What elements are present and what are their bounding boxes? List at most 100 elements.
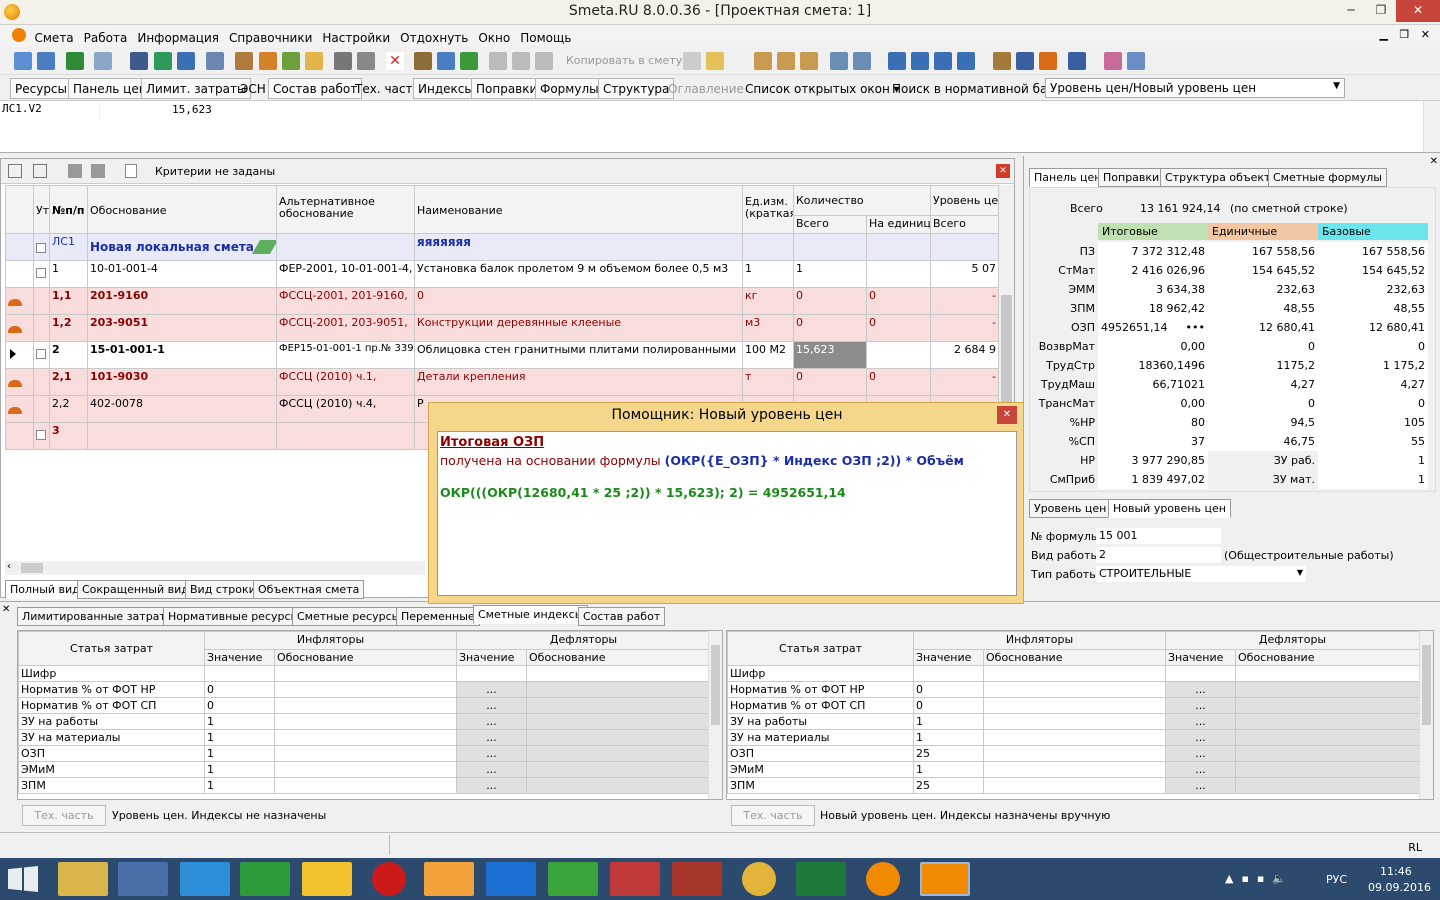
cell-alt[interactable]: ФЕР-2001, 10-01-001-4,: [276, 260, 415, 288]
idx-defl-obosn[interactable]: [1234, 745, 1421, 762]
idx-obosn[interactable]: [274, 729, 457, 746]
price-b[interactable]: 46,75: [1208, 432, 1318, 451]
tool-a-icon[interactable]: [235, 52, 253, 70]
cell-obosn[interactable]: 101-9030: [87, 368, 277, 396]
price-c[interactable]: 55: [1318, 432, 1428, 451]
cell-per[interactable]: [866, 260, 931, 288]
table-row[interactable]: Шифр: [18, 665, 712, 682]
idx-val[interactable]: 1: [204, 761, 275, 778]
idx-defl-val[interactable]: ...: [1165, 697, 1236, 714]
table-row[interactable]: ЗПМ 25...: [727, 777, 1421, 794]
menu-settings[interactable]: Настройки: [317, 28, 395, 45]
idx-defl-obosn[interactable]: [525, 729, 712, 746]
dialog-close-button[interactable]: ✕: [997, 406, 1017, 424]
table-row[interactable]: ЗУ на материалы 1...: [18, 729, 712, 746]
menu-spravochniki[interactable]: Справочники: [224, 28, 317, 45]
price-c[interactable]: 105: [1318, 413, 1428, 432]
table-row[interactable]: ЗУ на работы 1...: [18, 713, 712, 730]
cell-alt[interactable]: ФССЦ (2010) ч.4,: [276, 395, 415, 423]
h-scroll-thumb[interactable]: [21, 563, 43, 573]
price-b[interactable]: 154 645,52: [1208, 261, 1318, 280]
cell-per[interactable]: 0: [866, 287, 931, 315]
idx-defl-obosn[interactable]: [1234, 665, 1421, 682]
cell-unit[interactable]: м3: [742, 314, 794, 342]
idx-val[interactable]: 1: [204, 713, 275, 730]
idx-val[interactable]: 1: [913, 761, 984, 778]
undo-icon[interactable]: [177, 52, 195, 70]
price-level-select[interactable]: Уровень цен/Новый уровень цен ▼: [1045, 78, 1345, 98]
cell-lvl[interactable]: -: [930, 314, 999, 342]
idx-defl-val[interactable]: ...: [1165, 681, 1236, 698]
edit-pencil-icon[interactable]: [251, 240, 276, 254]
price-b[interactable]: 12 680,41: [1208, 318, 1318, 337]
idx-val[interactable]: 25: [913, 777, 984, 794]
table-row[interactable]: Норматив % от ФОТ НР 0...: [18, 681, 712, 698]
price-c[interactable]: 232,63: [1318, 280, 1428, 299]
tree-collapse-icon[interactable]: [33, 164, 47, 178]
cell-obosn[interactable]: [87, 422, 277, 450]
excel-taskbar-icon[interactable]: [796, 862, 846, 896]
recalc-icon[interactable]: [206, 52, 224, 70]
idx-obosn[interactable]: [983, 777, 1166, 794]
excel-icon[interactable]: [66, 52, 84, 70]
col-level[interactable]: Уровень цен: [930, 185, 999, 216]
work-kind-field[interactable]: 2: [1096, 547, 1221, 563]
subtab-price-level[interactable]: Уровень цен: [1029, 499, 1112, 518]
start-button[interactable]: [8, 866, 38, 892]
cell-npp[interactable]: 1: [49, 260, 88, 288]
col-quantity-all[interactable]: Всего: [793, 215, 867, 234]
price-a[interactable]: 0,00: [1098, 394, 1208, 413]
idx-defl-val[interactable]: ...: [456, 697, 527, 714]
refresh-icon[interactable]: [154, 52, 172, 70]
cell-npp[interactable]: 2,1: [49, 368, 88, 396]
price-a[interactable]: 2 416 026,96: [1098, 261, 1208, 280]
close-icon[interactable]: ✕: [996, 164, 1010, 178]
store-icon[interactable]: [240, 862, 290, 896]
cell-per[interactable]: 0: [866, 368, 931, 396]
cell-lvl[interactable]: -: [930, 287, 999, 315]
table-row[interactable]: ЗУ на работы 1...: [727, 713, 1421, 730]
idx-defl-val[interactable]: [456, 665, 527, 682]
cell-obosn[interactable]: 15-01-001-1: [87, 341, 277, 369]
price-a[interactable]: 4952651,14 •••: [1098, 318, 1208, 337]
tab-smeta-formulas[interactable]: Сметные формулы: [1268, 168, 1387, 187]
table-row[interactable]: ЗПМ 1...: [18, 777, 712, 794]
idx-val[interactable]: 0: [913, 697, 984, 714]
cell-npp[interactable]: 3: [49, 422, 88, 450]
cell-name[interactable]: Конструкции деревянные клееные: [414, 314, 743, 342]
tool-g-icon[interactable]: [460, 52, 478, 70]
idx-defl-obosn[interactable]: [525, 713, 712, 730]
cell-unit[interactable]: кг: [742, 287, 794, 315]
index-right-scrollbar[interactable]: [1419, 631, 1433, 799]
idx-defl-val[interactable]: ...: [456, 745, 527, 762]
view-tab-object[interactable]: Объектная смета: [253, 580, 365, 599]
tool-e-icon[interactable]: [414, 52, 432, 70]
cell-npp[interactable]: ЛС1: [49, 233, 88, 261]
tool-m-icon[interactable]: [830, 52, 848, 70]
checkbox[interactable]: [36, 268, 46, 278]
row-checkbox[interactable]: [33, 287, 50, 315]
row-checkbox[interactable]: [33, 368, 50, 396]
col-level-all[interactable]: Всего: [930, 215, 999, 234]
opera-icon[interactable]: [372, 862, 406, 896]
tool-o-icon[interactable]: [993, 52, 1011, 70]
table-row[interactable]: ОЗП 25...: [727, 745, 1421, 762]
idx-defl-obosn[interactable]: [525, 665, 712, 682]
idx-defl-val[interactable]: ...: [1165, 713, 1236, 730]
price-c[interactable]: 167 558,56: [1318, 242, 1428, 261]
cell-alt[interactable]: ФССЦ (2010) ч.1,: [276, 368, 415, 396]
outlook-icon[interactable]: [424, 862, 474, 896]
teamviewer-icon[interactable]: [486, 862, 536, 896]
row-checkbox[interactable]: [33, 233, 50, 261]
col-alt-obosn[interactable]: Альтернативное обоснование: [276, 185, 415, 234]
price-a[interactable]: 1 839 497,02: [1098, 470, 1208, 489]
col-obosn[interactable]: Обоснование: [87, 185, 277, 234]
move-up-icon[interactable]: [68, 164, 82, 178]
close-button[interactable]: ✕: [1396, 0, 1440, 22]
idx-val[interactable]: 0: [204, 697, 275, 714]
price-b[interactable]: 232,63: [1208, 280, 1318, 299]
price-c[interactable]: 48,55: [1318, 299, 1428, 318]
view-tab-full[interactable]: Полный вид: [5, 580, 85, 599]
tech-part-button-right[interactable]: Тех. часть: [731, 805, 815, 826]
save-icon[interactable]: [130, 52, 148, 70]
